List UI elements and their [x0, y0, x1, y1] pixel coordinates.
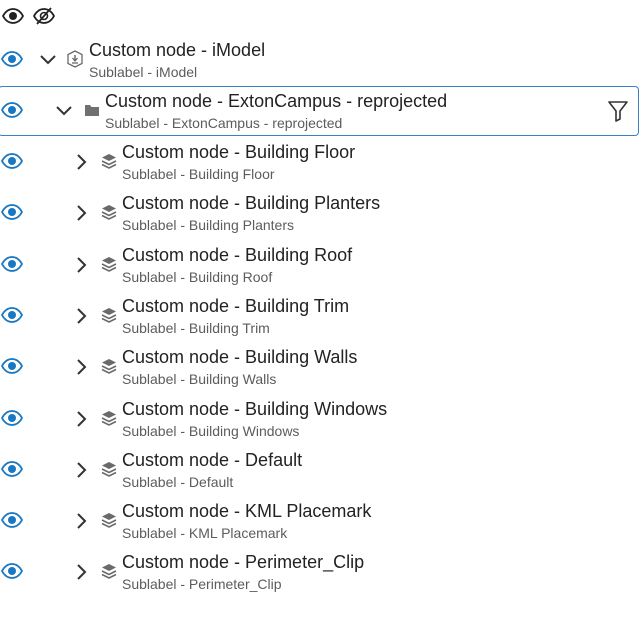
filter-icon — [608, 101, 628, 122]
layers-icon — [101, 357, 117, 375]
hide-all-button[interactable] — [32, 4, 56, 28]
visibility-toggle[interactable] — [1, 98, 23, 122]
visibility-toggle[interactable] — [1, 47, 23, 71]
node-sublabel: Sublabel - Building Planters — [122, 217, 294, 233]
chevron-right-icon — [77, 205, 87, 221]
expand-toggle[interactable] — [74, 304, 90, 328]
visibility-toggle[interactable] — [1, 303, 23, 327]
chevron-right-icon — [77, 462, 87, 478]
visibility-toggle[interactable] — [1, 200, 23, 224]
chevron-right-icon — [77, 411, 87, 427]
chevron-right-icon — [77, 564, 87, 580]
chevron-down-icon — [56, 106, 72, 116]
tree-node-child[interactable]: Custom node - KML Placemark Sublabel - K… — [0, 496, 641, 546]
layers-icon — [101, 409, 117, 427]
tree-node-child[interactable]: Custom node - Building Trim Sublabel - B… — [0, 291, 641, 341]
imodel-icon — [67, 50, 83, 68]
expand-toggle[interactable] — [74, 201, 90, 225]
layers-icon — [101, 203, 117, 221]
node-label: Custom node - Building Floor — [122, 142, 356, 162]
chevron-right-icon — [77, 257, 87, 273]
layers-icon — [101, 152, 117, 170]
eye-icon — [1, 51, 23, 67]
expand-toggle[interactable] — [74, 253, 90, 277]
expand-toggle[interactable] — [74, 560, 90, 584]
chevron-right-icon — [77, 154, 87, 170]
eye-icon — [1, 256, 23, 272]
node-sublabel: Sublabel - Building Roof — [122, 269, 273, 285]
tree-node-child[interactable]: Custom node - Building Floor Sublabel - … — [0, 137, 641, 187]
visibility-toggle[interactable] — [1, 406, 23, 430]
filter-button[interactable] — [606, 99, 630, 123]
visibility-toggle[interactable] — [1, 252, 23, 276]
node-label: Custom node - Building Roof — [122, 245, 353, 265]
node-label: Custom node - Building Walls — [122, 347, 358, 367]
tree-node-child[interactable]: Custom node - Building Walls Sublabel - … — [0, 342, 641, 392]
visibility-toggle[interactable] — [1, 508, 23, 532]
expand-toggle[interactable] — [74, 150, 90, 174]
node-sublabel: Sublabel - Perimeter_Clip — [122, 576, 282, 592]
eye-icon — [2, 8, 24, 24]
node-sublabel: Sublabel - iModel — [89, 64, 198, 80]
chevron-right-icon — [77, 359, 87, 375]
visibility-toggle[interactable] — [1, 149, 23, 173]
layers-icon — [101, 460, 117, 478]
node-sublabel: Sublabel - Building Walls — [122, 371, 277, 387]
node-sublabel: Sublabel - Building Floor — [122, 166, 275, 182]
node-sublabel: Sublabel - Default — [122, 474, 234, 490]
visibility-toggle[interactable] — [1, 559, 23, 583]
expand-toggle[interactable] — [56, 99, 72, 123]
eye-slash-icon — [33, 7, 55, 25]
node-label: Custom node - Perimeter_Clip — [122, 552, 365, 572]
chevron-right-icon — [77, 308, 87, 324]
expand-toggle[interactable] — [74, 355, 90, 379]
eye-icon — [1, 307, 23, 323]
visibility-toggle[interactable] — [1, 354, 23, 378]
node-label: Custom node - Default — [122, 450, 303, 470]
chevron-right-icon — [77, 513, 87, 529]
layers-icon — [101, 255, 117, 273]
node-label: Custom node - ExtonCampus - reprojected — [105, 91, 448, 111]
eye-icon — [1, 358, 23, 374]
node-sublabel: Sublabel - ExtonCampus - reprojected — [105, 115, 343, 131]
show-all-button[interactable] — [1, 4, 25, 28]
visibility-toggle[interactable] — [1, 457, 23, 481]
node-label: Custom node - iModel — [89, 40, 266, 60]
tree-node-child[interactable]: Custom node - Building Roof Sublabel - B… — [0, 240, 641, 290]
expand-toggle[interactable] — [74, 407, 90, 431]
node-label: Custom node - Building Trim — [122, 296, 350, 316]
node-label: Custom node - Building Windows — [122, 399, 388, 419]
layers-icon — [101, 562, 117, 580]
eye-icon — [1, 410, 23, 426]
expand-toggle[interactable] — [40, 48, 56, 72]
visibility-toolbar — [0, 0, 641, 32]
tree-node-extoncampus[interactable]: Custom node - ExtonCampus - reprojected … — [0, 86, 639, 136]
tree-node-child[interactable]: Custom node - Building Planters Sublabel… — [0, 188, 641, 238]
expand-toggle[interactable] — [74, 509, 90, 533]
expand-toggle[interactable] — [74, 458, 90, 482]
eye-icon — [1, 204, 23, 220]
tree-node-child[interactable]: Custom node - Default Sublabel - Default — [0, 445, 641, 495]
layers-icon — [101, 306, 117, 324]
eye-icon — [1, 102, 23, 118]
tree-node-imodel[interactable]: Custom node - iModel Sublabel - iModel — [0, 35, 641, 85]
node-sublabel: Sublabel - Building Windows — [122, 423, 300, 439]
node-label: Custom node - KML Placemark — [122, 501, 372, 521]
eye-icon — [1, 461, 23, 477]
eye-icon — [1, 512, 23, 528]
folder-icon — [84, 101, 100, 119]
layers-icon — [101, 511, 117, 529]
tree-node-child[interactable]: Custom node - Building Windows Sublabel … — [0, 394, 641, 444]
eye-icon — [1, 563, 23, 579]
tree-node-child[interactable]: Custom node - Perimeter_Clip Sublabel - … — [0, 547, 641, 597]
chevron-down-icon — [40, 55, 56, 65]
eye-icon — [1, 153, 23, 169]
node-sublabel: Sublabel - Building Trim — [122, 320, 270, 336]
node-label: Custom node - Building Planters — [122, 193, 381, 213]
node-sublabel: Sublabel - KML Placemark — [122, 525, 288, 541]
